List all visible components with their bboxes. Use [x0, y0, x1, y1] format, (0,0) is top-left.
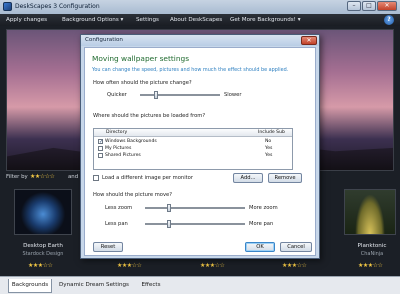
- toolbar: Apply changes Background Options ▾ Setti…: [0, 14, 400, 26]
- remove-button[interactable]: Remove: [268, 173, 302, 183]
- slower-label: Slower: [224, 92, 242, 98]
- thumbnail-author: Stardock Design: [22, 251, 64, 257]
- slider-thumb[interactable]: [154, 91, 158, 99]
- slider-track: [145, 207, 245, 209]
- table-row[interactable]: Shared Pictures Yes: [94, 152, 292, 159]
- more-pan-label: More pan: [249, 221, 274, 227]
- get-more-backgrounds-menu[interactable]: Get More Backgrounds! ▾: [230, 17, 301, 23]
- bottom-tab-bar: Backgrounds Dynamic Dream Settings Effec…: [0, 276, 400, 294]
- filter-rating-stars[interactable]: ★★☆☆☆: [30, 173, 55, 180]
- change-frequency-question: How often should the picture change?: [93, 80, 192, 86]
- row-directory: Windows Backgrounds: [105, 139, 157, 144]
- thumbnail-rating: ★★★☆☆: [117, 262, 142, 269]
- thumbnail-rating: ★★★☆☆: [358, 262, 383, 269]
- less-pan-label: Less pan: [105, 221, 128, 227]
- change-speed-slider[interactable]: [140, 91, 220, 99]
- row-checkbox[interactable]: [98, 146, 103, 151]
- window-controls: – □ ✕: [346, 1, 397, 12]
- dialog-heading: Moving wallpaper settings: [92, 54, 190, 63]
- cancel-button[interactable]: Cancel: [280, 242, 312, 252]
- thumbnail-rating: ★★★☆☆: [28, 262, 53, 269]
- per-monitor-label: Load a different image per monitor: [102, 175, 193, 181]
- thumbnail-image: [355, 194, 385, 234]
- thumbnail-title: Desktop Earth: [23, 243, 63, 249]
- configuration-dialog: Configuration ✕ Moving wallpaper setting…: [80, 34, 320, 259]
- dialog-subtitle: You can change the speed, pictures and h…: [92, 67, 289, 73]
- filter-label: Filter by: [6, 174, 28, 180]
- picture-source-question: Where should the pictures be loaded from…: [93, 113, 206, 119]
- close-button[interactable]: ✕: [377, 1, 397, 11]
- filter-partial-text: and: [68, 174, 79, 180]
- deskscapes-window: DeskScapes 3 Configuration – □ ✕ Apply c…: [0, 0, 400, 294]
- table-row[interactable]: My Pictures Yes: [94, 145, 292, 152]
- slider-thumb[interactable]: [167, 204, 171, 212]
- row-checkbox[interactable]: ✓: [98, 139, 103, 145]
- slider-thumb[interactable]: [167, 220, 171, 228]
- table-header: Directory Include Sub: [94, 129, 292, 137]
- row-directory: My Pictures: [105, 146, 132, 151]
- thumbnail-rating: ★★★☆☆: [200, 262, 225, 269]
- less-zoom-label: Less zoom: [105, 205, 133, 211]
- directory-table: Directory Include Sub ✓ Windows Backgrou…: [93, 128, 293, 170]
- row-include-sub: Yes: [265, 153, 273, 158]
- tab-backgrounds[interactable]: Backgrounds: [8, 279, 52, 293]
- row-include-sub: Yes: [265, 146, 273, 151]
- dialog-titlebar: Configuration ✕: [81, 35, 319, 46]
- column-include-sub: Include Sub: [258, 130, 285, 135]
- background-options-menu[interactable]: Background Options ▾: [62, 17, 123, 23]
- ok-button[interactable]: OK: [245, 242, 275, 252]
- thumbnail-rating: ★★★☆☆: [282, 262, 307, 269]
- window-title: DeskScapes 3 Configuration: [15, 3, 100, 10]
- slider-track: [145, 223, 245, 225]
- row-checkbox[interactable]: [98, 153, 103, 158]
- reset-button[interactable]: Reset: [93, 242, 123, 252]
- row-directory: Shared Pictures: [105, 153, 141, 158]
- apply-changes-button[interactable]: Apply changes: [6, 17, 47, 23]
- slider-track: [140, 94, 220, 96]
- maximize-button[interactable]: □: [362, 1, 376, 11]
- settings-menu[interactable]: Settings: [136, 17, 159, 23]
- thumbnail-desktop-earth[interactable]: [14, 189, 72, 235]
- minimize-button[interactable]: –: [347, 1, 361, 11]
- pan-slider[interactable]: [145, 220, 245, 228]
- per-monitor-checkbox[interactable]: [93, 175, 99, 181]
- tab-effects[interactable]: Effects: [135, 279, 167, 293]
- quicker-label: Quicker: [107, 92, 127, 98]
- help-icon[interactable]: ?: [384, 15, 394, 25]
- row-include-sub: No: [265, 139, 272, 144]
- add-button[interactable]: Add...: [233, 173, 263, 183]
- dialog-title: Configuration: [85, 37, 123, 43]
- zoom-slider[interactable]: [145, 204, 245, 212]
- table-row[interactable]: ✓ Windows Backgrounds No: [94, 138, 292, 145]
- tab-dynamic-dream-settings[interactable]: Dynamic Dream Settings: [58, 279, 130, 293]
- picture-motion-question: How should the picture move?: [93, 192, 172, 198]
- dialog-close-button[interactable]: ✕: [301, 36, 317, 45]
- window-titlebar: DeskScapes 3 Configuration – □ ✕: [0, 0, 400, 14]
- app-icon: [3, 2, 12, 11]
- more-zoom-label: More zoom: [249, 205, 278, 211]
- thumbnail-author: ChaNinja: [360, 251, 384, 257]
- thumbnail-planktonic[interactable]: [344, 189, 396, 235]
- column-directory: Directory: [106, 130, 128, 135]
- about-deskscapes-menu[interactable]: About DeskScapes: [170, 17, 222, 23]
- dialog-body: Moving wallpaper settings You can change…: [84, 47, 316, 256]
- thumbnail-title: Planktonic: [357, 243, 387, 249]
